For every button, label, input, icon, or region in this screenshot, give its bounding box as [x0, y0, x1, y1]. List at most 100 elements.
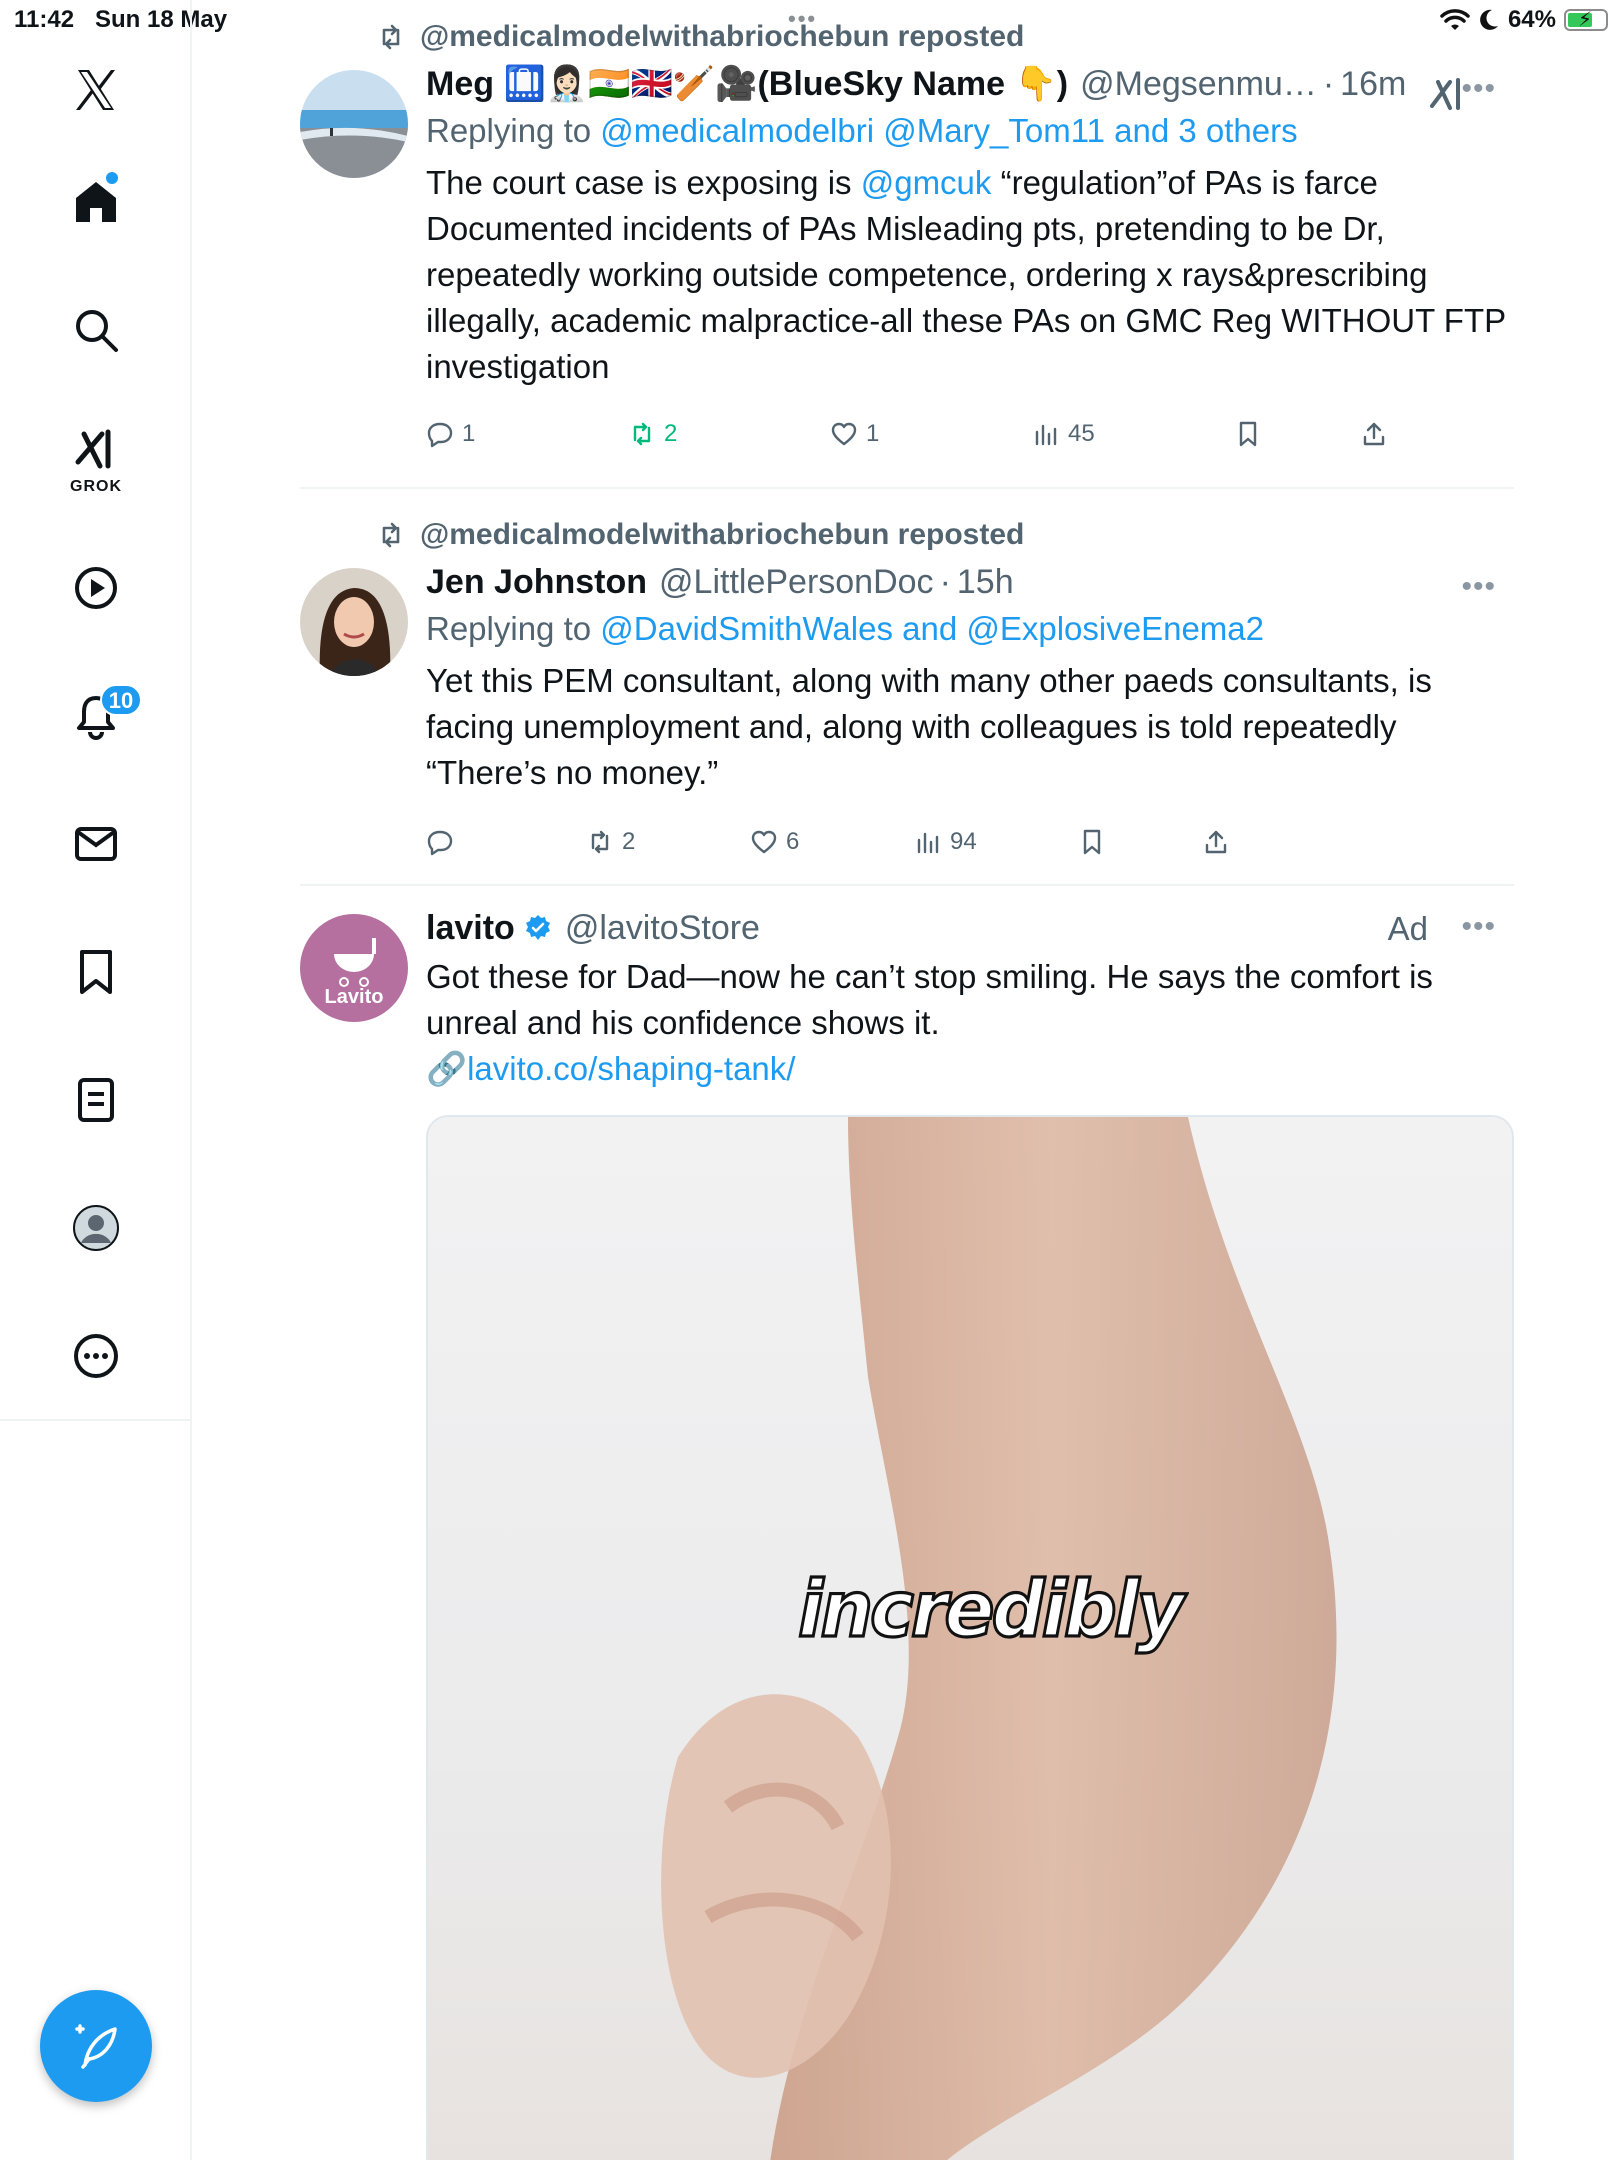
user-handle[interactable]: @lavitoStore: [565, 909, 760, 948]
mention-link[interactable]: @gmcuk: [861, 164, 992, 201]
messages-envelope-icon[interactable]: [56, 804, 136, 884]
tweet-divider: [300, 487, 1514, 489]
share-button[interactable]: [1360, 420, 1388, 448]
replying-to-prefix: Replying to: [426, 112, 592, 149]
like-button[interactable]: 6: [750, 828, 799, 856]
replying-to-prefix: Replying to: [426, 610, 592, 647]
verified-badge-icon: [525, 915, 550, 940]
tweet-meg[interactable]: @medicalmodelwithabriochebun reposted Me…: [300, 20, 1514, 460]
user-handle[interactable]: @Megsenmu…: [1080, 65, 1317, 104]
bookmark-icon: [1239, 421, 1257, 447]
views-chart-icon: [917, 832, 939, 854]
repost-count: 2: [622, 828, 636, 855]
bookmark-icon: [1083, 829, 1101, 855]
sidebar: GROK 10: [0, 0, 192, 2160]
tweet-body: lavito @lavitoStore Got these for Dad—no…: [426, 906, 1514, 1092]
beach-avatar-image: [300, 70, 408, 178]
tweet-time[interactable]: 15h: [957, 563, 1014, 602]
battery-percent: 64%: [1507, 6, 1556, 33]
tweet-jen-johnston[interactable]: @medicalmodelwithabriochebun reposted Je…: [300, 518, 1514, 868]
views-chart-icon: [1035, 424, 1057, 446]
reply-count: 1: [462, 420, 476, 447]
like-count: 6: [786, 828, 800, 855]
tweet-body: Jen Johnston @LittlePersonDoc · 15h Repl…: [426, 560, 1514, 796]
repost-indicator: @medicalmodelwithabriochebun reposted: [376, 20, 1024, 54]
reply-button[interactable]: 1: [426, 420, 475, 448]
more-options-icon[interactable]: •••: [1461, 570, 1496, 604]
display-name[interactable]: Meg 🛄👩🏻‍⚕️🇮🇳🇬🇧🏏🎥(BlueSky Name 👇): [426, 64, 1068, 104]
ad-video-media[interactable]: incredibly: [426, 1115, 1514, 2160]
more-options-icon[interactable]: [56, 1316, 136, 1396]
tweet-time[interactable]: 16m: [1340, 65, 1406, 104]
repost-icon: [633, 422, 651, 446]
views-button[interactable]: 45: [1032, 420, 1095, 448]
home-icon[interactable]: [56, 162, 136, 242]
battery-icon: ⚡: [1564, 9, 1608, 31]
share-button[interactable]: [1202, 828, 1230, 856]
repost-icon: [591, 830, 609, 854]
sidebar-divider: [0, 1419, 192, 1421]
like-button[interactable]: 1: [830, 420, 879, 448]
ad-label: Ad: [1387, 910, 1428, 947]
tweet-header: Meg 🛄👩🏻‍⚕️🇮🇳🇬🇧🏏🎥(BlueSky Name 👇) @Megsen…: [426, 64, 1407, 104]
display-name[interactable]: lavito: [426, 909, 515, 948]
video-play-icon[interactable]: [56, 548, 136, 628]
heart-icon: [831, 422, 857, 446]
replying-to-users-link[interactable]: @medicalmodelbri @Mary_Tom11 and 3 other…: [600, 112, 1297, 149]
tweet-text: The court case is exposing is @gmcuk “re…: [426, 160, 1514, 390]
replying-to: Replying to @DavidSmithWales and @Explos…: [426, 610, 1514, 648]
avatar[interactable]: Lavito: [300, 914, 408, 1022]
avatar[interactable]: [300, 70, 408, 178]
compose-feather-icon: [75, 2024, 117, 2069]
tweet-header: Jen Johnston @LittlePersonDoc · 15h: [426, 562, 1014, 602]
share-icon: [1363, 422, 1385, 446]
share-icon: [1205, 830, 1227, 854]
ad-link-row: 🔗lavito.co/shaping-tank/: [426, 1046, 1514, 1092]
repost-by-text: @medicalmodelwithabriochebun reposted: [420, 518, 1025, 551]
bookmark-button[interactable]: [1234, 420, 1262, 448]
tweet-text: Got these for Dad—now he can’t stop smil…: [426, 958, 1433, 1041]
heart-icon: [751, 830, 777, 854]
replying-to: Replying to @medicalmodelbri @Mary_Tom11…: [426, 112, 1514, 150]
repost-icon: [382, 522, 400, 548]
repost-button[interactable]: 2: [586, 828, 635, 856]
compose-post-button[interactable]: [40, 1990, 152, 2102]
repost-by-text: @medicalmodelwithabriochebun reposted: [420, 20, 1025, 53]
reply-icon: [427, 830, 453, 856]
reply-icon: [427, 422, 453, 448]
bookmark-button[interactable]: [1078, 828, 1106, 856]
like-count: 1: [866, 420, 880, 447]
user-handle[interactable]: @LittlePersonDoc: [659, 563, 934, 602]
tweet-ad-lavito[interactable]: Lavito lavito @lavitoStore Got these for…: [300, 906, 1514, 1146]
repost-count: 2: [664, 420, 678, 447]
avatar[interactable]: [300, 568, 408, 676]
avatar-brand-text: Lavito: [324, 986, 384, 1008]
repost-indicator: @medicalmodelwithabriochebun reposted: [376, 518, 1024, 552]
home-unread-dot: [106, 172, 118, 184]
x-logo-icon[interactable]: [56, 50, 136, 130]
repost-icon: [382, 24, 400, 50]
view-count: 45: [1068, 420, 1095, 447]
more-options-icon[interactable]: •••: [1461, 910, 1496, 944]
tweet-text-start: The court case is exposing is: [426, 164, 852, 201]
display-name[interactable]: Jen Johnston: [426, 563, 647, 602]
tweet-header: lavito @lavitoStore: [426, 906, 1514, 950]
notifications-badge: 10: [100, 684, 142, 716]
bookmarks-icon[interactable]: [56, 932, 136, 1012]
repost-button[interactable]: 2: [628, 420, 677, 448]
video-caption-overlay: incredibly: [797, 1563, 1187, 1656]
tweet-divider: [300, 884, 1514, 886]
ad-link[interactable]: lavito.co/shaping-tank/: [467, 1050, 795, 1087]
search-icon[interactable]: [56, 290, 136, 370]
more-options-icon[interactable]: •••: [1461, 72, 1496, 106]
grok-label: GROK: [70, 478, 122, 495]
link-icon: 🔗: [426, 1050, 468, 1087]
lists-icon[interactable]: [56, 1060, 136, 1140]
replying-to-users-link[interactable]: @DavidSmithWales and @ExplosiveEnema2: [600, 610, 1264, 647]
views-button[interactable]: 94: [914, 828, 977, 856]
tweet-text: Yet this PEM consultant, along with many…: [426, 662, 1432, 791]
profile-avatar-icon[interactable]: [56, 1188, 136, 1268]
view-count: 94: [950, 828, 977, 855]
tweet-body: Meg 🛄👩🏻‍⚕️🇮🇳🇬🇧🏏🎥(BlueSky Name 👇) @Megsen…: [426, 62, 1514, 390]
reply-button[interactable]: [426, 828, 462, 856]
